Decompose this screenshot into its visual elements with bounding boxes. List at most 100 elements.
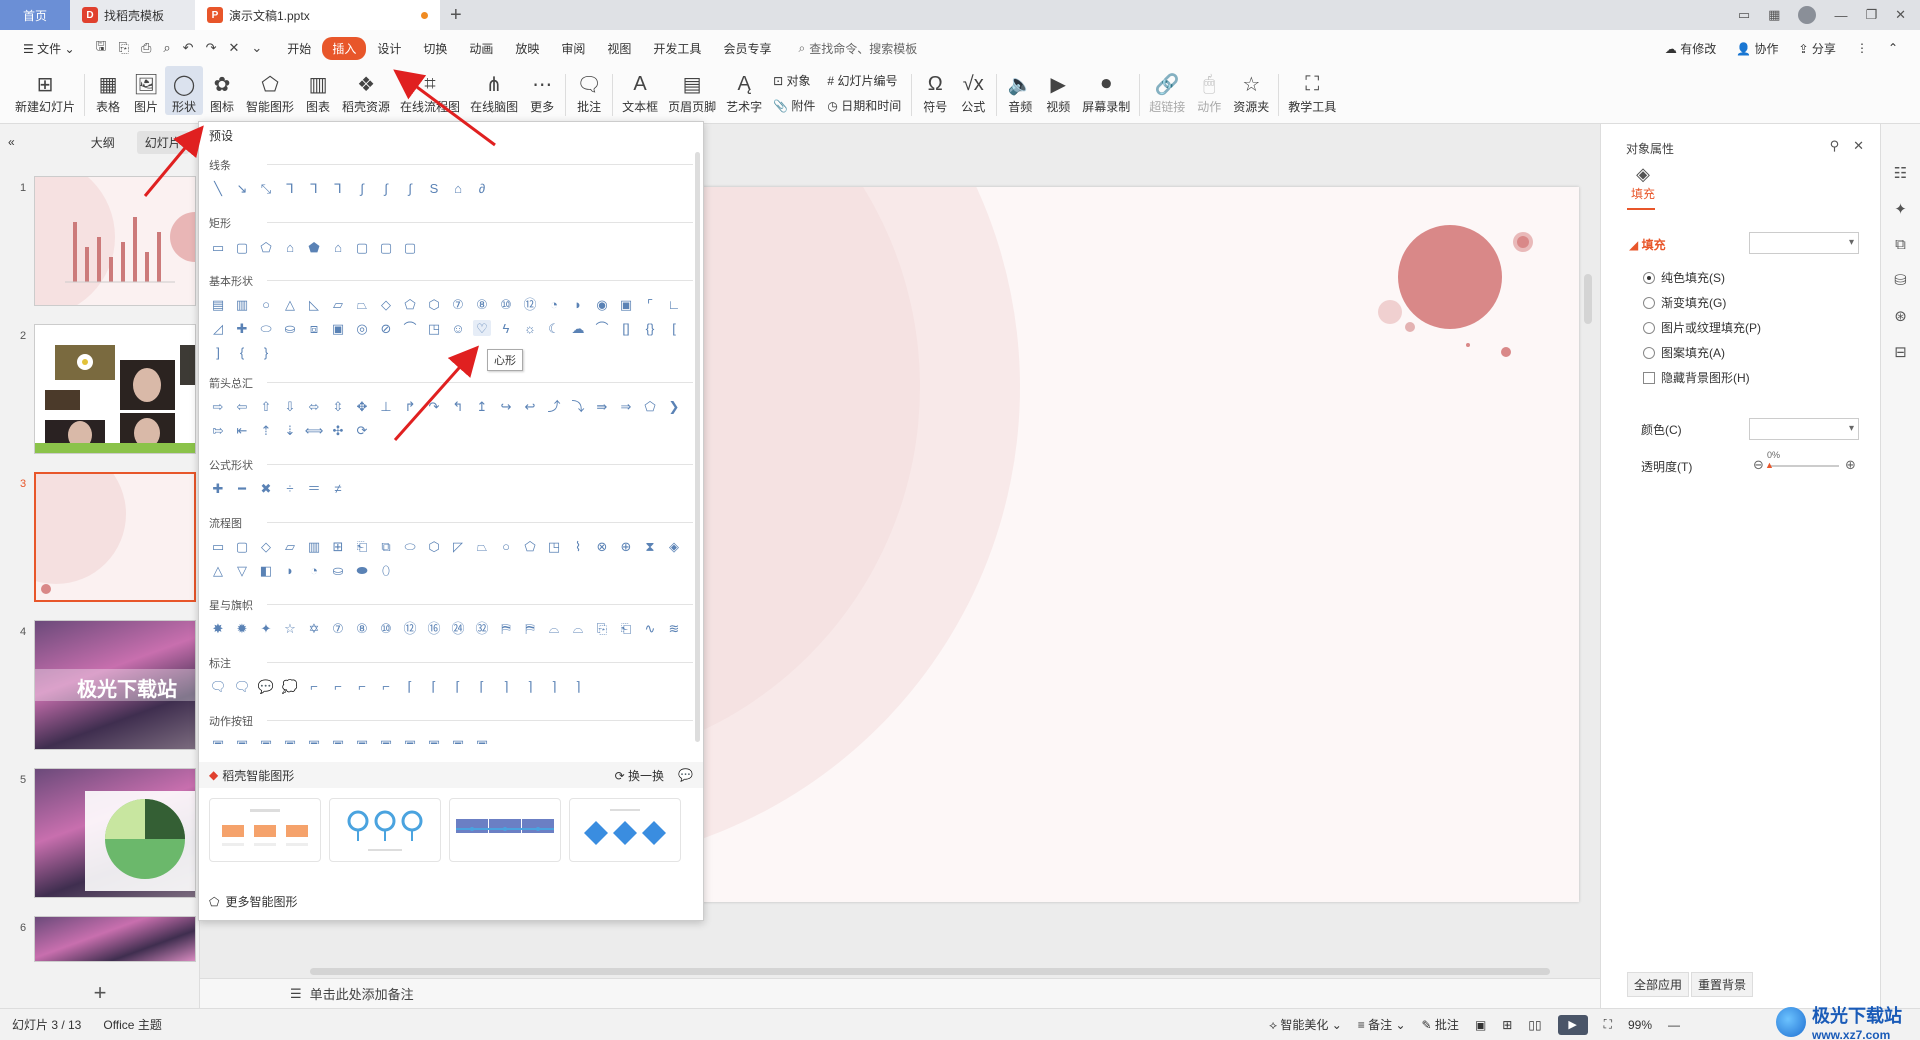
more-button[interactable]: ⋯ 更多 [523, 66, 561, 115]
curved-up-ribbon-shape-icon[interactable]: ⌓ [545, 620, 563, 636]
alternate-process-shape-icon[interactable]: ▢ [233, 538, 251, 554]
symbol-button[interactable]: Ω 符号 [916, 66, 954, 115]
left-brace-shape-icon[interactable]: { [233, 344, 251, 360]
hyperlink-button[interactable]: 🔗 超链接 [1144, 66, 1190, 115]
8-point-star-shape-icon[interactable]: ⑧ [353, 620, 371, 636]
collapse-panel-icon[interactable]: « [8, 135, 15, 149]
horizontal-scrollbar[interactable] [290, 966, 1580, 976]
terminator-shape-icon[interactable]: ⬭ [401, 538, 419, 554]
audio-button[interactable]: 🔈 音频 [1001, 66, 1039, 115]
transparency-slider[interactable] [1769, 465, 1839, 467]
properties-icon[interactable]: ☷ [1894, 164, 1907, 182]
radio-unchecked[interactable] [1643, 296, 1655, 309]
left-right-arrow-shape-icon[interactable]: ⬄ [305, 398, 323, 414]
cloud-shape-icon[interactable]: ☁ [569, 320, 587, 336]
donut-shape-icon[interactable]: ◎ [353, 320, 371, 336]
left-up-arrow-shape-icon[interactable]: ↰ [449, 398, 467, 414]
round-snip-rect-shape-icon[interactable]: ⌂ [329, 239, 347, 255]
action-movie-shape-icon[interactable]: ▣ [377, 736, 395, 745]
curved-left-arrow-shape-icon[interactable]: ↩ [521, 398, 539, 414]
horizontal-scroll-shape-icon[interactable]: ⎗ [617, 620, 635, 636]
multiply-shape-icon[interactable]: ✖ [257, 480, 275, 496]
border-callout-shape-icon[interactable]: ⌉ [569, 678, 587, 694]
vertical-scrollbar[interactable] [1584, 274, 1592, 324]
transition-icon[interactable]: ⧉ [1895, 236, 1906, 253]
pane-title[interactable]: 对象属性 [1626, 140, 1674, 157]
up-down-arrow-shape-icon[interactable]: ⇳ [329, 398, 347, 414]
curved-down-arrow-shape-icon[interactable]: ⤵ [569, 398, 587, 414]
heart-shape-icon[interactable]: ♡ [473, 320, 491, 336]
cloud-callout-shape-icon[interactable]: 💭 [281, 678, 299, 694]
slide-thumbnail-selected[interactable] [34, 472, 196, 602]
explosion-shape-icon[interactable]: ✸ [209, 620, 227, 636]
gradient-fill-option[interactable]: 渐变填充(G) [1643, 294, 1726, 311]
trapezoid-shape-icon[interactable]: ⏢ [353, 296, 371, 312]
menu-developer[interactable]: 开发工具 [642, 40, 712, 57]
apply-all-button[interactable]: 全部应用 [1627, 972, 1690, 997]
oval-callout-shape-icon[interactable]: 💬 [257, 678, 275, 694]
slide-number-button[interactable]: # 幻灯片编号 [827, 72, 901, 89]
animation-icon[interactable]: ✦ [1894, 200, 1907, 218]
datetime-button[interactable]: ◷ 日期和时间 [827, 97, 901, 114]
menu-transition[interactable]: 切换 [412, 40, 458, 57]
hide-bg-option[interactable]: 隐藏背景图形(H) [1643, 369, 1750, 386]
curve-shape-icon[interactable]: S [425, 180, 443, 196]
slide-thumbnail[interactable] [34, 176, 196, 306]
sort-shape-icon[interactable]: ◈ [665, 538, 683, 554]
smart-graphic-card[interactable] [569, 798, 681, 862]
dodecagon-shape-icon[interactable]: ⑫ [521, 296, 539, 312]
apps-grid-icon[interactable]: ▦ [1768, 7, 1780, 23]
snip-rect-shape-icon[interactable]: ⬟ [305, 239, 323, 255]
screen-record-button[interactable]: ⏺ 屏幕录制 [1077, 66, 1135, 115]
action-begin-shape-icon[interactable]: ▣ [257, 736, 275, 745]
picture-fill-option[interactable]: 图片或纹理填充(P) [1643, 319, 1761, 336]
divide-shape-icon[interactable]: ÷ [281, 480, 299, 496]
double-bracket-shape-icon[interactable]: [] [617, 320, 635, 336]
double-arrow-line-shape-icon[interactable]: ⤡ [257, 180, 275, 196]
left-right-callout-arrow-shape-icon[interactable]: ⟺ [305, 422, 324, 438]
delay-shape-icon[interactable]: ◗ [281, 562, 299, 578]
pentagon-arrow-shape-icon[interactable]: ⬠ [641, 398, 659, 414]
round-rect-shape-icon[interactable]: ▢ [401, 239, 419, 255]
round-rect-shape-icon[interactable]: ▢ [353, 239, 371, 255]
12-point-star-shape-icon[interactable]: ⑫ [401, 620, 419, 636]
horizontal-scrollbar-thumb[interactable] [310, 968, 1550, 975]
pattern-fill-option[interactable]: 图案填充(A) [1643, 344, 1725, 361]
sequential-access-shape-icon[interactable]: ◔ [305, 562, 323, 578]
extract-shape-icon[interactable]: △ [209, 562, 227, 578]
zoom-level[interactable]: 99% [1628, 1018, 1652, 1032]
data-shape-icon[interactable]: ▱ [281, 538, 299, 554]
smart-graphic-button[interactable]: ⬠ 智能图形 [241, 66, 299, 115]
share-button[interactable]: ⇪ 分享 [1799, 40, 1836, 57]
comment-button[interactable]: 🗨 批注 [570, 66, 608, 115]
bent-arrow-shape-icon[interactable]: ↱ [401, 398, 419, 414]
vertical-scroll-shape-icon[interactable]: ⎘ [593, 620, 611, 636]
plaque-shape-icon[interactable]: ⬭ [257, 320, 275, 336]
menu-start[interactable]: 开始 [276, 40, 322, 57]
action-sound-shape-icon[interactable]: ▣ [425, 736, 443, 745]
online-flowchart-button[interactable]: ⌗ 在线流程图 [395, 66, 465, 115]
solid-fill-option[interactable]: 纯色填充(S) [1643, 269, 1725, 286]
curved-up-arrow-shape-icon[interactable]: ⤴ [545, 398, 563, 414]
wave-shape-icon[interactable]: ∿ [641, 620, 659, 636]
equal-shape-icon[interactable]: ＝ [305, 480, 323, 496]
left-bracket-shape-icon[interactable]: [ [665, 320, 683, 336]
manual-input-shape-icon[interactable]: ◸ [449, 538, 467, 554]
arrow-line-shape-icon[interactable]: ↘ [233, 180, 251, 196]
action-button[interactable]: 🖱 动作 [1190, 66, 1228, 115]
display-shape-icon[interactable]: ⬯ [377, 562, 395, 578]
table-button[interactable]: ▦ 表格 [89, 66, 127, 115]
more-options-icon[interactable]: ⋮ [1856, 41, 1868, 55]
offpage-connector-shape-icon[interactable]: ⬠ [521, 538, 539, 554]
fit-window-icon[interactable]: ⛶ [1604, 1017, 1612, 1032]
hexagon-shape-icon[interactable]: ⬡ [425, 296, 443, 312]
notched-right-arrow-shape-icon[interactable]: ⇒ [617, 398, 635, 414]
teardrop-shape-icon[interactable]: ◉ [593, 296, 611, 312]
manual-operation-shape-icon[interactable]: ⏢ [473, 538, 491, 554]
action-end-shape-icon[interactable]: ▣ [281, 736, 299, 745]
down-callout-arrow-shape-icon[interactable]: ⇣ [281, 422, 299, 438]
smart-graphic-card[interactable] [449, 798, 561, 862]
double-wave-shape-icon[interactable]: ≋ [665, 620, 683, 636]
down-ribbon-shape-icon[interactable]: ⛿ [521, 620, 539, 636]
formula-button[interactable]: √x 公式 [954, 66, 992, 115]
